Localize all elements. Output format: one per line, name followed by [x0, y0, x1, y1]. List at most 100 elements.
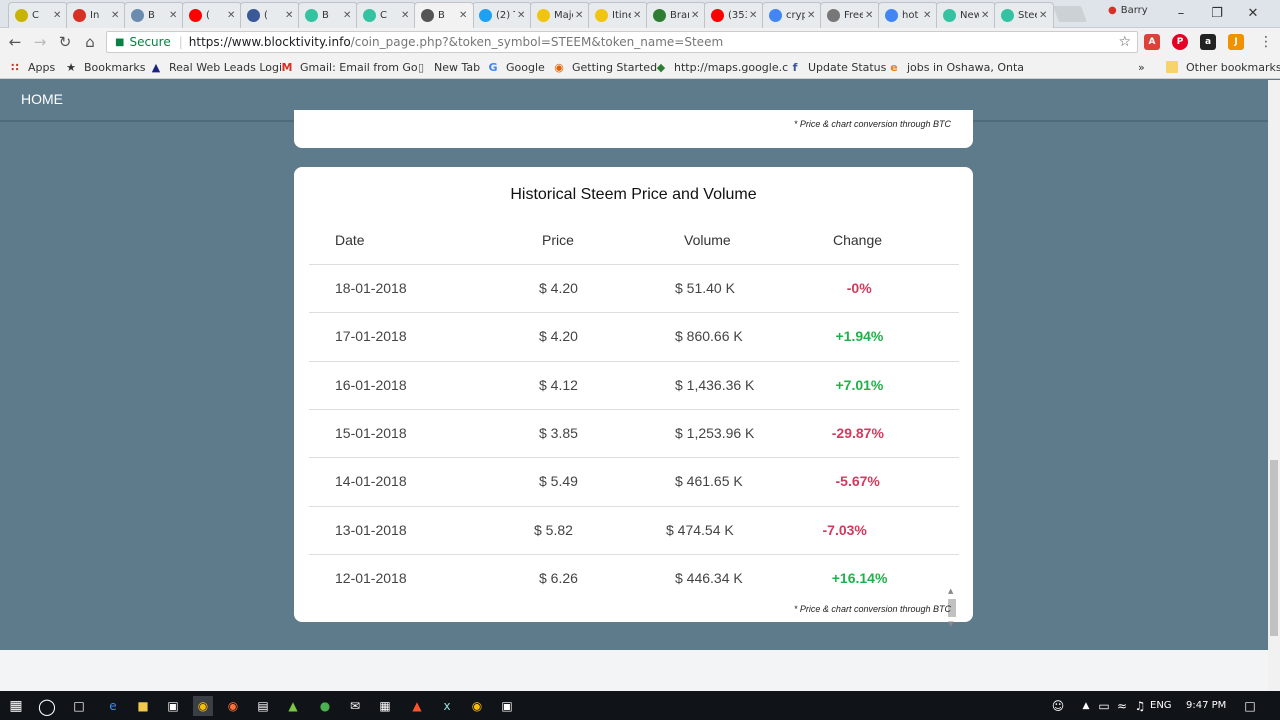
- page-scroll-thumb[interactable]: [1270, 460, 1278, 636]
- mail-icon[interactable]: ✉: [345, 696, 365, 716]
- browser-tab[interactable]: C ✕: [8, 2, 68, 28]
- amazon-extension-icon[interactable]: a: [1200, 34, 1216, 50]
- bookmark-item[interactable]: f Update Status: [788, 59, 887, 75]
- close-tab-icon[interactable]: ✕: [691, 10, 701, 21]
- close-tab-icon[interactable]: ✕: [517, 10, 527, 21]
- bookmark-item[interactable]: e jobs in Oshawa, Onta: [887, 59, 1024, 75]
- bookmark-item[interactable]: ★ Bookmarks: [64, 59, 145, 75]
- close-tab-icon[interactable]: ✕: [285, 10, 295, 21]
- browser-tab[interactable]: Steer✕: [994, 2, 1054, 28]
- pinterest-extension-icon[interactable]: P: [1172, 34, 1188, 50]
- cell-volume: $ 461.65 K: [675, 473, 743, 490]
- chrome-icon[interactable]: ◉: [193, 696, 213, 716]
- battery-icon[interactable]: ▭: [1094, 696, 1114, 716]
- store-icon[interactable]: ▣: [163, 696, 183, 716]
- close-tab-icon[interactable]: ✕: [53, 10, 63, 21]
- browser-tab[interactable]: Majo✕: [530, 2, 590, 28]
- calculator-icon[interactable]: ▦: [375, 696, 395, 716]
- task-view-icon[interactable]: □: [69, 696, 89, 716]
- browser-tab[interactable]: (2) T✕: [472, 2, 532, 28]
- bookmark-item[interactable]: M Gmail: Email from Go: [280, 59, 418, 75]
- scroll-up-icon[interactable]: ▲: [948, 587, 953, 595]
- new-tab-button[interactable]: [1053, 6, 1087, 22]
- close-tab-icon[interactable]: ✕: [981, 10, 991, 21]
- close-tab-icon[interactable]: ✕: [575, 10, 585, 21]
- close-tab-icon[interactable]: ✕: [169, 10, 179, 21]
- other-bookmarks[interactable]: Other bookmarks: [1166, 59, 1280, 75]
- bookmark-item[interactable]: ▲ Real Web Leads Logi: [149, 59, 282, 75]
- conversion-note-bottom: * Price & chart conversion through BTC: [793, 604, 951, 614]
- close-tab-icon[interactable]: ✕: [401, 10, 411, 21]
- close-window-button[interactable]: ✕: [1236, 3, 1270, 23]
- file-explorer-icon[interactable]: ■: [133, 696, 153, 716]
- window-icon[interactable]: ▣: [497, 696, 517, 716]
- close-tab-icon[interactable]: ✕: [111, 10, 121, 21]
- bookmark-item[interactable]: G Google: [486, 59, 544, 75]
- volume-icon[interactable]: ♫: [1130, 696, 1150, 716]
- menu-icon[interactable]: ⋮: [1256, 32, 1276, 52]
- home-icon[interactable]: ⌂: [80, 32, 100, 52]
- browser-tab[interactable]: (✕: [240, 2, 300, 28]
- forward-button[interactable]: →: [30, 32, 50, 52]
- browser-tab[interactable]: hot p✕: [878, 2, 938, 28]
- browser-tab[interactable]: (353✕: [704, 2, 764, 28]
- doc-icon: [595, 9, 608, 22]
- clock[interactable]: 9:47 PM: [1186, 700, 1226, 711]
- back-button[interactable]: ←: [5, 32, 25, 52]
- people-icon[interactable]: ☺: [1048, 696, 1068, 716]
- bookmark-star-icon[interactable]: ☆: [1118, 34, 1131, 50]
- close-tab-icon[interactable]: ✕: [749, 10, 759, 21]
- excel-icon[interactable]: x: [437, 696, 457, 716]
- browser-tab[interactable]: Itine✕: [588, 2, 648, 28]
- maps-icon[interactable]: ●: [315, 696, 335, 716]
- cell-price: $ 4.20: [539, 280, 578, 296]
- language-indicator[interactable]: ENG: [1150, 700, 1172, 711]
- close-tab-icon[interactable]: ✕: [633, 10, 643, 21]
- brave-icon[interactable]: ▲: [407, 696, 427, 716]
- notepad-icon[interactable]: ▤: [253, 696, 273, 716]
- edge-icon[interactable]: e: [103, 696, 123, 716]
- chrome-canary-icon[interactable]: ◉: [467, 696, 487, 716]
- profile-button[interactable]: ● Barry: [1108, 5, 1148, 16]
- bookmarks-overflow-button[interactable]: »: [1138, 59, 1145, 75]
- reload-button[interactable]: ↻: [55, 32, 75, 52]
- browser-tab[interactable]: Free✕: [820, 2, 880, 28]
- browser-tab[interactable]: In ✕: [66, 2, 126, 28]
- close-tab-icon[interactable]: ✕: [923, 10, 933, 21]
- browser-tab[interactable]: Bran✕: [646, 2, 706, 28]
- nav-home-link[interactable]: HOME: [21, 91, 63, 107]
- close-tab-icon[interactable]: ✕: [459, 10, 469, 21]
- close-tab-icon[interactable]: ✕: [865, 10, 875, 21]
- browser-tab[interactable]: (✕: [182, 2, 242, 28]
- cell-change: -29.87%: [831, 424, 884, 441]
- close-tab-icon[interactable]: ✕: [807, 10, 817, 21]
- browser-tab[interactable]: B ✕: [124, 2, 184, 28]
- minimize-button[interactable]: –: [1164, 3, 1198, 23]
- app-icon[interactable]: ▲: [283, 696, 303, 716]
- scroll-down-icon[interactable]: ▼: [948, 620, 953, 628]
- restore-button[interactable]: ❐: [1200, 3, 1234, 23]
- browser-tab[interactable]: B ✕: [414, 2, 474, 28]
- bookmark-item[interactable]: ∷ Apps: [8, 59, 55, 75]
- wifi-icon[interactable]: ≈: [1112, 696, 1132, 716]
- close-tab-icon[interactable]: ✕: [343, 10, 353, 21]
- bookmark-item[interactable]: ▯ New Tab: [414, 59, 480, 75]
- browser-tab[interactable]: crypt✕: [762, 2, 822, 28]
- windows-start-icon[interactable]: ▦: [6, 696, 26, 716]
- address-bar[interactable]: ■ Secure | https://www.blocktivity.info /…: [106, 31, 1138, 53]
- page-scrollbar[interactable]: [1268, 80, 1280, 691]
- close-tab-icon[interactable]: ✕: [1039, 10, 1049, 21]
- bookmark-item[interactable]: ◉ Getting Started: [552, 59, 657, 75]
- show-hidden-icons[interactable]: ▲: [1076, 696, 1096, 716]
- firefox-icon[interactable]: ◉: [223, 696, 243, 716]
- notifications-icon[interactable]: □: [1240, 696, 1260, 716]
- browser-tab[interactable]: New✕: [936, 2, 996, 28]
- adblock-extension-icon[interactable]: A: [1144, 34, 1160, 50]
- jx-extension-icon[interactable]: J: [1228, 34, 1244, 50]
- browser-tab[interactable]: B ✕: [298, 2, 358, 28]
- close-tab-icon[interactable]: ✕: [227, 10, 237, 21]
- cortana-icon[interactable]: ◯: [37, 696, 57, 716]
- tab-label: Steer: [1018, 10, 1037, 21]
- bookmark-item[interactable]: ◆ http://maps.google.c: [654, 59, 788, 75]
- browser-tab[interactable]: C ✕: [356, 2, 416, 28]
